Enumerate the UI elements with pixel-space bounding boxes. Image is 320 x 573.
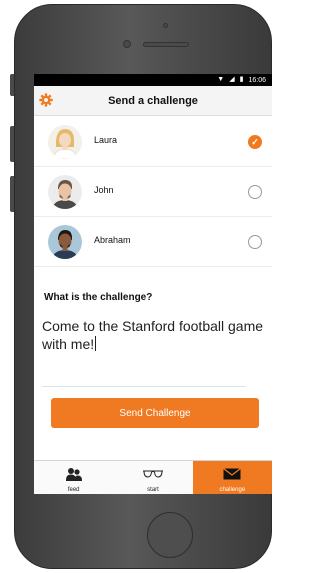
page-title: Send a challenge	[108, 94, 198, 107]
challenge-section: What is the challenge? Come to the Stanf…	[34, 286, 272, 461]
wifi-icon: ▼	[217, 76, 225, 83]
app-screen: ▼ ◢ ▮ 16:06 Send a challenge Laura ✓ Joh…	[34, 74, 272, 494]
challenge-question-label: What is the challenge?	[44, 292, 153, 303]
tab-label: feed	[67, 486, 80, 493]
contact-name: Abraham	[94, 235, 131, 245]
selected-radio[interactable]: ✓	[248, 135, 262, 149]
app-header: Send a challenge	[34, 86, 272, 116]
envelope-icon	[223, 466, 242, 482]
avatar	[48, 125, 82, 159]
tab-label: challenge	[219, 486, 246, 493]
avatar	[48, 225, 82, 259]
contact-row-abraham[interactable]: Abraham	[34, 217, 272, 267]
send-challenge-button[interactable]: Send Challenge	[51, 398, 259, 428]
people-icon	[65, 466, 83, 482]
contact-name: John	[94, 185, 114, 195]
challenge-text-input[interactable]: Come to the Stanford football game with …	[42, 317, 264, 353]
unselected-radio[interactable]	[248, 185, 262, 199]
earpiece-speaker	[143, 42, 189, 47]
challenge-text: Come to the Stanford football game with …	[42, 318, 264, 352]
tab-start[interactable]: start	[113, 461, 192, 494]
glasses-icon	[142, 466, 164, 482]
text-cursor	[95, 336, 97, 351]
tab-label: start	[147, 486, 159, 493]
battery-icon: ▮	[239, 76, 244, 83]
status-time: 16:06	[248, 76, 266, 84]
signal-icon: ◢	[229, 76, 235, 83]
contact-name: Laura	[94, 135, 118, 145]
tab-bar: feed start challenge	[34, 460, 272, 494]
status-bar: ▼ ◢ ▮ 16:06	[34, 74, 272, 86]
tab-feed[interactable]: feed	[34, 461, 113, 494]
input-underline	[42, 386, 246, 387]
gear-icon[interactable]	[39, 93, 55, 109]
unselected-radio[interactable]	[248, 235, 262, 249]
contact-row-laura[interactable]: Laura ✓	[34, 117, 272, 167]
front-camera	[123, 40, 131, 48]
sensor-dot	[163, 23, 168, 28]
avatar	[48, 175, 82, 209]
tab-challenge[interactable]: challenge	[192, 461, 272, 494]
contact-row-john[interactable]: John	[34, 167, 272, 217]
home-button[interactable]	[147, 512, 193, 558]
